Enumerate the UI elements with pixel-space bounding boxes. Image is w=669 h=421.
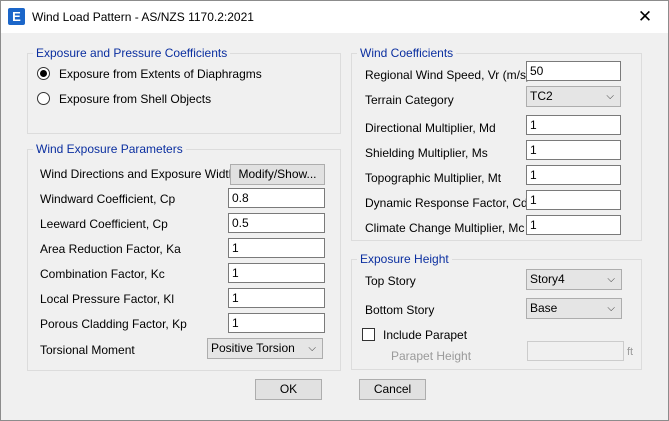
parapet-height-input[interactable] bbox=[527, 341, 624, 361]
top-story-value: Story4 bbox=[530, 272, 565, 286]
dynamic-response-input[interactable]: 1 bbox=[526, 190, 621, 210]
leeward-input[interactable]: 0.5 bbox=[228, 213, 325, 233]
top-story-select[interactable]: Story4 ⌵ bbox=[526, 269, 622, 290]
torsional-moment-select[interactable]: Positive Torsion ⌵ bbox=[207, 338, 323, 359]
terrain-category-label: Terrain Category bbox=[365, 93, 454, 107]
group-title: Wind Exposure Parameters bbox=[33, 142, 186, 156]
radio-exposure-diaphragms[interactable] bbox=[37, 67, 50, 80]
parapet-height-label: Parapet Height bbox=[391, 349, 472, 363]
cancel-button[interactable]: Cancel bbox=[359, 379, 426, 400]
chevron-down-icon: ⌵ bbox=[607, 303, 615, 314]
group-title: Exposure Height bbox=[357, 252, 452, 266]
group-title: Exposure and Pressure Coefficients bbox=[33, 46, 231, 60]
area-reduction-input[interactable]: 1 bbox=[228, 238, 325, 258]
directional-multiplier-input[interactable]: 1 bbox=[526, 115, 621, 135]
combination-input[interactable]: 1 bbox=[228, 263, 325, 283]
porous-cladding-label: Porous Cladding Factor, Kp bbox=[40, 317, 187, 331]
parapet-unit-label: ft bbox=[627, 346, 634, 358]
area-reduction-label: Area Reduction Factor, Ka bbox=[40, 242, 181, 256]
bottom-story-label: Bottom Story bbox=[365, 303, 435, 317]
windward-label: Windward Coefficient, Cp bbox=[40, 192, 176, 206]
include-parapet-label[interactable]: Include Parapet bbox=[383, 328, 467, 342]
bottom-story-select[interactable]: Base ⌵ bbox=[526, 298, 622, 319]
shielding-multiplier-label: Shielding Multiplier, Ms bbox=[365, 146, 488, 160]
torsional-moment-label: Torsional Moment bbox=[40, 343, 135, 357]
group-title: Wind Coefficients bbox=[357, 46, 457, 60]
etabs-app-icon: E bbox=[8, 8, 25, 25]
porous-cladding-input[interactable]: 1 bbox=[228, 313, 325, 333]
dialog-window: E Wind Load Pattern - AS/NZS 1170.2:2021… bbox=[0, 0, 669, 421]
modify-show-button[interactable]: Modify/Show... bbox=[230, 164, 325, 185]
dynamic-response-label: Dynamic Response Factor, Cdyn bbox=[365, 196, 541, 210]
title-bar[interactable]: E Wind Load Pattern - AS/NZS 1170.2:2021… bbox=[1, 1, 668, 33]
radio-label-diaphragms[interactable]: Exposure from Extents of Diaphragms bbox=[59, 67, 262, 81]
close-icon[interactable]: ✕ bbox=[622, 1, 668, 32]
leeward-label: Leeward Coefficient, Cp bbox=[40, 217, 168, 231]
radio-exposure-shell[interactable] bbox=[37, 92, 50, 105]
include-parapet-checkbox[interactable] bbox=[362, 328, 375, 341]
chevron-down-icon: ⌵ bbox=[607, 274, 615, 285]
shielding-multiplier-input[interactable]: 1 bbox=[526, 140, 621, 160]
terrain-category-value: TC2 bbox=[530, 89, 553, 103]
window-title: Wind Load Pattern - AS/NZS 1170.2:2021 bbox=[32, 10, 254, 24]
topographic-multiplier-label: Topographic Multiplier, Mt bbox=[365, 171, 502, 185]
local-pressure-input[interactable]: 1 bbox=[228, 288, 325, 308]
radio-label-shell[interactable]: Exposure from Shell Objects bbox=[59, 92, 211, 106]
bottom-story-value: Base bbox=[530, 301, 558, 315]
combination-label: Combination Factor, Kc bbox=[40, 267, 165, 281]
terrain-category-select[interactable]: TC2 ⌵ bbox=[526, 86, 621, 107]
local-pressure-label: Local Pressure Factor, Kl bbox=[40, 292, 175, 306]
chevron-down-icon: ⌵ bbox=[606, 91, 614, 102]
climate-change-label: Climate Change Multiplier, Mc bbox=[365, 221, 525, 235]
top-story-label: Top Story bbox=[365, 274, 416, 288]
topographic-multiplier-input[interactable]: 1 bbox=[526, 165, 621, 185]
torsional-moment-value: Positive Torsion bbox=[211, 341, 295, 355]
regional-speed-input[interactable]: 50 bbox=[526, 61, 621, 81]
ok-button[interactable]: OK bbox=[255, 379, 322, 400]
climate-change-input[interactable]: 1 bbox=[526, 215, 621, 235]
directions-label: Wind Directions and Exposure Widths bbox=[40, 167, 242, 181]
directional-multiplier-label: Directional Multiplier, Md bbox=[365, 121, 496, 135]
chevron-down-icon: ⌵ bbox=[308, 343, 316, 354]
windward-input[interactable]: 0.8 bbox=[228, 188, 325, 208]
regional-speed-label: Regional Wind Speed, Vr (m/s) bbox=[365, 68, 530, 82]
